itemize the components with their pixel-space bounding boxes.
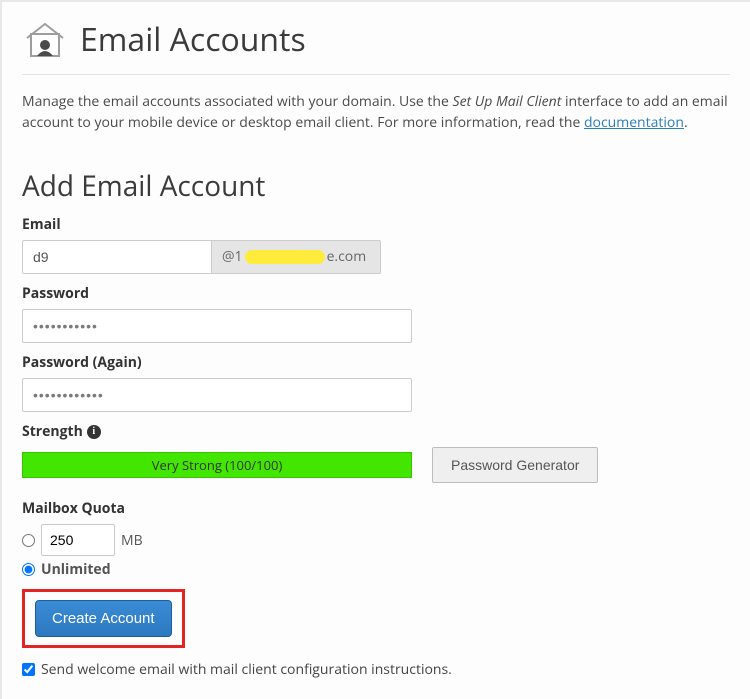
password-generator-button[interactable]: Password Generator (432, 447, 598, 483)
email-accounts-icon (22, 16, 68, 62)
page-header: Email Accounts (22, 2, 730, 75)
domain-redacted (245, 250, 325, 264)
documentation-link[interactable]: documentation (584, 113, 684, 132)
create-button-highlight: Create Account (22, 589, 185, 648)
strength-label: Strength i (22, 422, 730, 441)
quota-unlimited-radio[interactable] (22, 563, 35, 576)
section-title: Add Email Account (22, 167, 730, 205)
quota-label: Mailbox Quota (22, 499, 730, 518)
email-label: Email (22, 215, 730, 234)
info-icon[interactable]: i (87, 425, 101, 439)
create-account-button[interactable]: Create Account (35, 600, 172, 637)
password-label: Password (22, 284, 730, 303)
quota-unit: MB (121, 531, 143, 550)
welcome-email-checkbox[interactable] (22, 663, 35, 676)
email-username-input[interactable] (22, 240, 212, 274)
email-domain-suffix: @1e.com (212, 240, 381, 274)
page-description: Manage the email accounts associated wit… (22, 91, 730, 133)
quota-value-input[interactable] (41, 524, 115, 556)
welcome-email-label: Send welcome email with mail client conf… (41, 660, 452, 679)
password-input[interactable] (22, 309, 412, 343)
quota-unlimited-label: Unlimited (41, 560, 111, 579)
page-title: Email Accounts (80, 18, 306, 61)
password-again-label: Password (Again) (22, 353, 730, 372)
quota-custom-radio[interactable] (22, 534, 35, 547)
password-again-input[interactable] (22, 378, 412, 412)
strength-meter: Very Strong (100/100) (22, 452, 412, 478)
